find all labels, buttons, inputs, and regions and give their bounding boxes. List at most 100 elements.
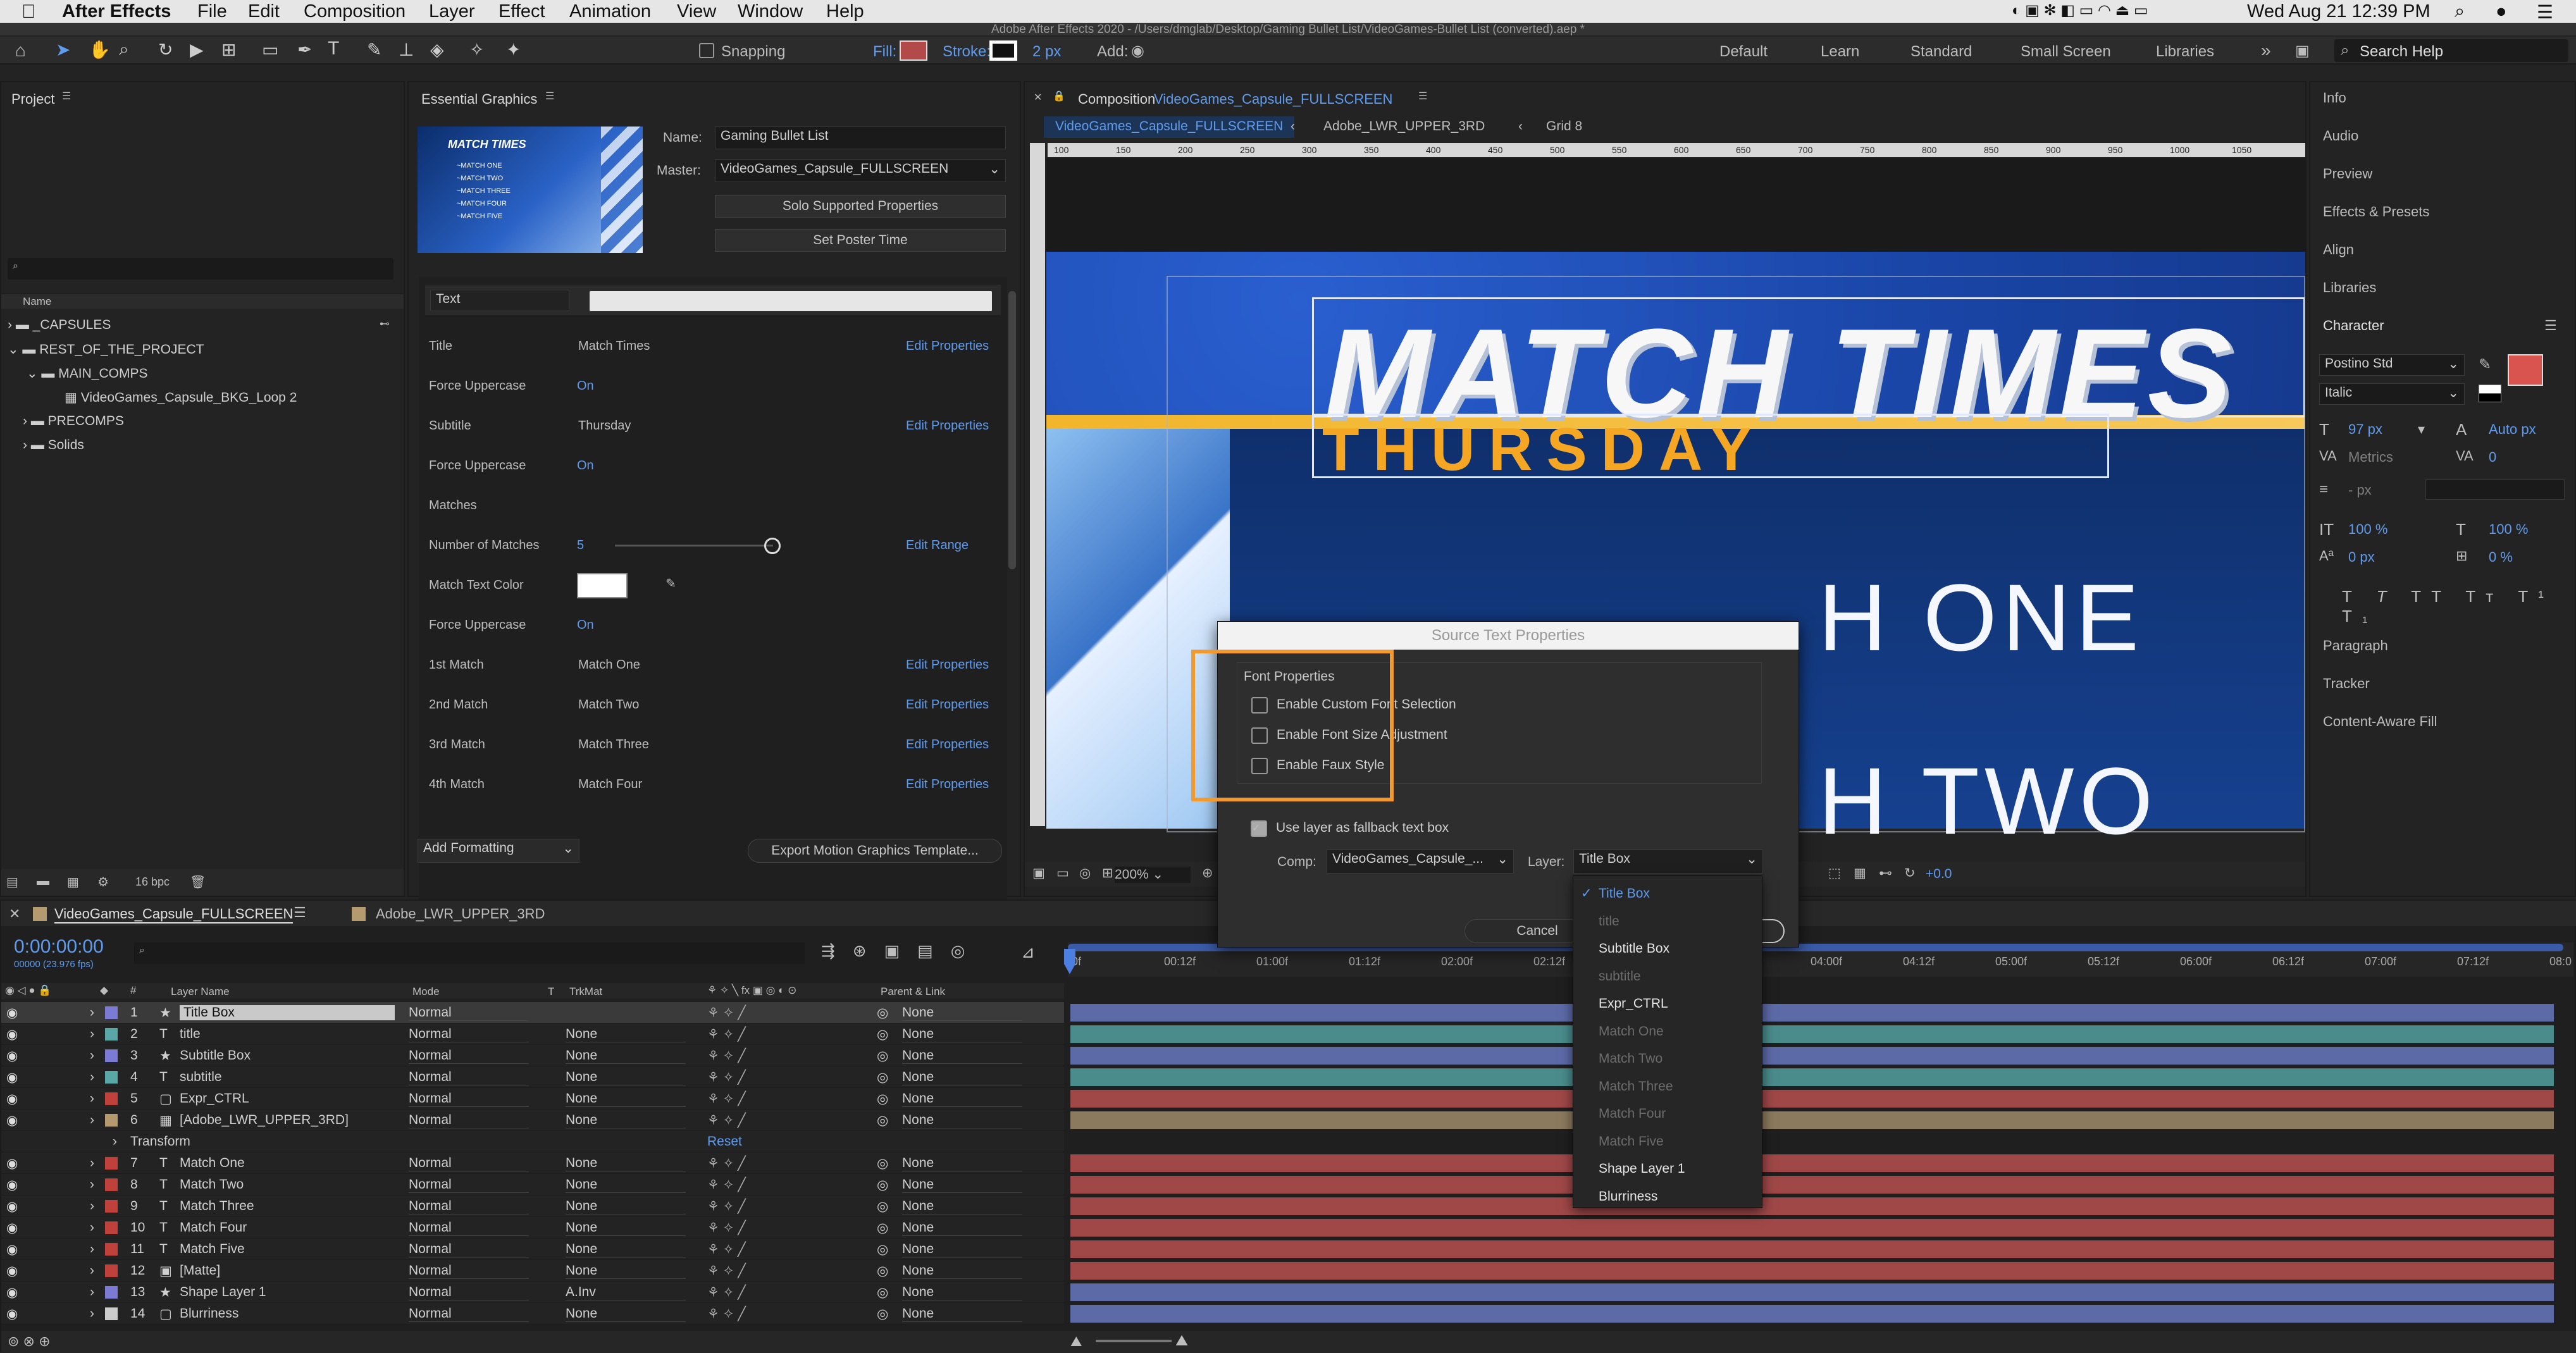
panel-menu-icon[interactable]: ☰ — [294, 905, 306, 921]
visibility-eye-icon[interactable]: ◉ — [6, 1048, 18, 1064]
zoom-select[interactable]: 200% ⌄ — [1115, 867, 1191, 883]
layer-duration-bar[interactable] — [1070, 1305, 2554, 1323]
lock-icon[interactable]: 🔒 — [1053, 90, 1065, 102]
label-color-chip[interactable] — [105, 1028, 118, 1041]
reset-exposure-icon[interactable]: ↻ — [1904, 865, 1916, 881]
layer-name[interactable]: [Matte] — [180, 1263, 220, 1278]
layer-duration-bar[interactable] — [1070, 1004, 2554, 1022]
layer-duration-bar[interactable] — [1070, 1047, 2554, 1065]
layer-row[interactable]: ◉ › 11 T Match Five Normal None ⚘ ✧ ╱ ◎ None — [1, 1239, 1064, 1260]
expand-twirl-icon[interactable]: › — [90, 1156, 94, 1171]
flowchart-icon[interactable]: ⊷ — [1879, 865, 1892, 881]
track-matte-select[interactable]: None — [566, 1027, 686, 1042]
new-folder-icon[interactable]: ▬ — [37, 874, 49, 889]
transparency-icon[interactable]: ▦ — [1854, 865, 1866, 881]
horizontal-scale-value[interactable]: 100 % — [2489, 521, 2528, 538]
safe-zone-icon[interactable]: ◎ — [1079, 865, 1091, 881]
fill-color-swatch[interactable] — [2508, 354, 2543, 386]
parent-pickwhip-icon[interactable]: ◎ — [877, 1306, 888, 1322]
effects-presets-tab[interactable]: Effects & Presets — [2323, 204, 2429, 220]
layer-name[interactable]: subtitle — [180, 1070, 222, 1085]
eg-title[interactable]: Essential Graphics — [421, 91, 537, 108]
visibility-eye-icon[interactable]: ◉ — [6, 1242, 18, 1257]
panel-menu-icon[interactable]: ☰ — [62, 90, 71, 102]
layer-row[interactable]: ◉ › 14 ▢ Blurriness Normal None ⚘ ✧ ╱ ◎ None — [1, 1303, 1064, 1325]
label-color-chip[interactable] — [105, 1286, 118, 1299]
preview-icon[interactable]: ▣ — [1032, 865, 1045, 881]
font-style-select[interactable]: Italic ⌄ — [2319, 383, 2465, 405]
blend-mode-select[interactable]: Normal — [409, 1070, 529, 1085]
t-header[interactable]: T — [548, 985, 554, 998]
edit-properties-link[interactable]: Edit Properties — [906, 419, 998, 433]
dropdown-option[interactable]: Blurriness — [1573, 1184, 1762, 1209]
visibility-eye-icon[interactable]: ◉ — [6, 1005, 18, 1021]
dropdown-option[interactable]: Expr_CTRL — [1573, 991, 1762, 1016]
property-value[interactable]: On — [577, 459, 594, 473]
subhead-text[interactable]: THURSDAY — [1322, 415, 1766, 485]
expand-twirl-icon[interactable]: › — [90, 1263, 94, 1278]
layer-duration-bar[interactable] — [1070, 1176, 2554, 1194]
visibility-eye-icon[interactable]: ◉ — [6, 1220, 18, 1236]
visibility-eye-icon[interactable]: ◉ — [6, 1263, 18, 1279]
layer-name[interactable]: Match One — [180, 1156, 245, 1171]
parent-pickwhip-icon[interactable]: ◎ — [877, 1091, 888, 1107]
timeline-tab-main[interactable]: VideoGames_Capsule_FULLSCREEN — [54, 906, 294, 924]
menu-composition[interactable]: Composition — [304, 1, 406, 22]
track-matte-select[interactable]: None — [566, 1048, 686, 1064]
track-matte-select[interactable]: None — [566, 1199, 686, 1214]
playhead[interactable] — [1064, 949, 1075, 974]
blend-mode-select[interactable]: Normal — [409, 1263, 529, 1279]
parent-select[interactable]: None — [902, 1091, 1022, 1107]
visibility-eye-icon[interactable]: ◉ — [6, 1070, 18, 1085]
edit-properties-link[interactable]: Edit Properties — [906, 339, 998, 354]
stroke-swatch[interactable] — [989, 40, 1017, 61]
dropdown-option[interactable]: Subtitle Box — [1573, 936, 1762, 961]
parent-pickwhip-icon[interactable]: ◎ — [877, 1263, 888, 1279]
layer-row[interactable]: ◉ › 9 T Match Three Normal None ⚘ ✧ ╱ ◎ None — [1, 1195, 1064, 1217]
expand-twirl-icon[interactable]: › — [90, 1027, 94, 1042]
stroke-label[interactable]: Stroke: — [943, 43, 991, 61]
visibility-eye-icon[interactable]: ◉ — [6, 1113, 18, 1128]
transform-reset-link[interactable]: Reset — [707, 1134, 742, 1149]
layer-duration-bar[interactable] — [1070, 1262, 2554, 1280]
apple-icon[interactable]:  — [22, 1, 36, 23]
blend-mode-select[interactable]: Normal — [409, 1113, 529, 1128]
track-matte-select[interactable]: None — [566, 1263, 686, 1279]
visibility-eye-icon[interactable]: ◉ — [6, 1177, 18, 1193]
kerning-value[interactable]: Metrics — [2348, 449, 2393, 466]
eg-scrollbar[interactable] — [1008, 291, 1016, 569]
label-color-chip[interactable] — [105, 1071, 118, 1084]
blend-mode-select[interactable]: Normal — [409, 1242, 529, 1257]
layer-name[interactable]: [Adobe_LWR_UPPER_3RD] — [180, 1113, 349, 1128]
parent-select[interactable]: None — [902, 1263, 1022, 1279]
app-menu[interactable]: After Effects — [62, 1, 171, 22]
info-panel-tab[interactable]: Info — [2323, 90, 2346, 106]
text-style-buttons[interactable]: T T TT Tт T¹ T₁ — [2342, 587, 2571, 626]
timeline-tab-lower-third[interactable]: Adobe_LWR_UPPER_3RD — [376, 906, 545, 922]
parent-select[interactable]: None — [902, 1005, 1022, 1021]
dropdown-option[interactable]: Shape Layer 1 — [1573, 1156, 1762, 1182]
expand-twirl-icon[interactable]: › — [90, 1306, 94, 1321]
layer-duration-bar[interactable] — [1070, 1068, 2554, 1086]
tree-item[interactable]: › ▬ PRECOMPS — [23, 414, 396, 429]
parent-select[interactable]: None — [902, 1220, 1022, 1236]
layer-switches-icons[interactable]: ⚘ ✧ ╱ — [707, 1285, 746, 1300]
blend-mode-select[interactable]: Normal — [409, 1005, 529, 1021]
blend-mode-select[interactable]: Normal — [409, 1156, 529, 1171]
workspace-libraries[interactable]: Libraries — [2156, 43, 2214, 61]
label-color-chip[interactable] — [105, 1243, 118, 1256]
layer-duration-bar[interactable] — [1070, 1111, 2554, 1129]
pan-behind-tool-icon[interactable]: ⊞ — [221, 39, 236, 60]
grid-icon[interactable]: ⊞ — [1102, 865, 1113, 881]
edit-properties-link[interactable]: Edit Range — [906, 538, 998, 553]
tree-item[interactable]: › ▬ _CAPSULES — [8, 318, 400, 333]
rectangle-tool-icon[interactable]: ▭ — [262, 39, 278, 60]
parent-pickwhip-icon[interactable]: ◎ — [877, 1005, 888, 1021]
parent-select[interactable]: None — [902, 1070, 1022, 1085]
layer-switches-icons[interactable]: ⚘ ✧ ╱ — [707, 1263, 746, 1279]
parent-pickwhip-icon[interactable]: ◎ — [877, 1220, 888, 1236]
set-poster-time-button[interactable]: Set Poster Time — [715, 229, 1006, 252]
home-icon[interactable]: ⌂ — [15, 40, 26, 61]
expand-twirl-icon[interactable]: › — [90, 1091, 94, 1106]
layer-switches-icons[interactable]: ⚘ ✧ ╱ — [707, 1242, 746, 1257]
